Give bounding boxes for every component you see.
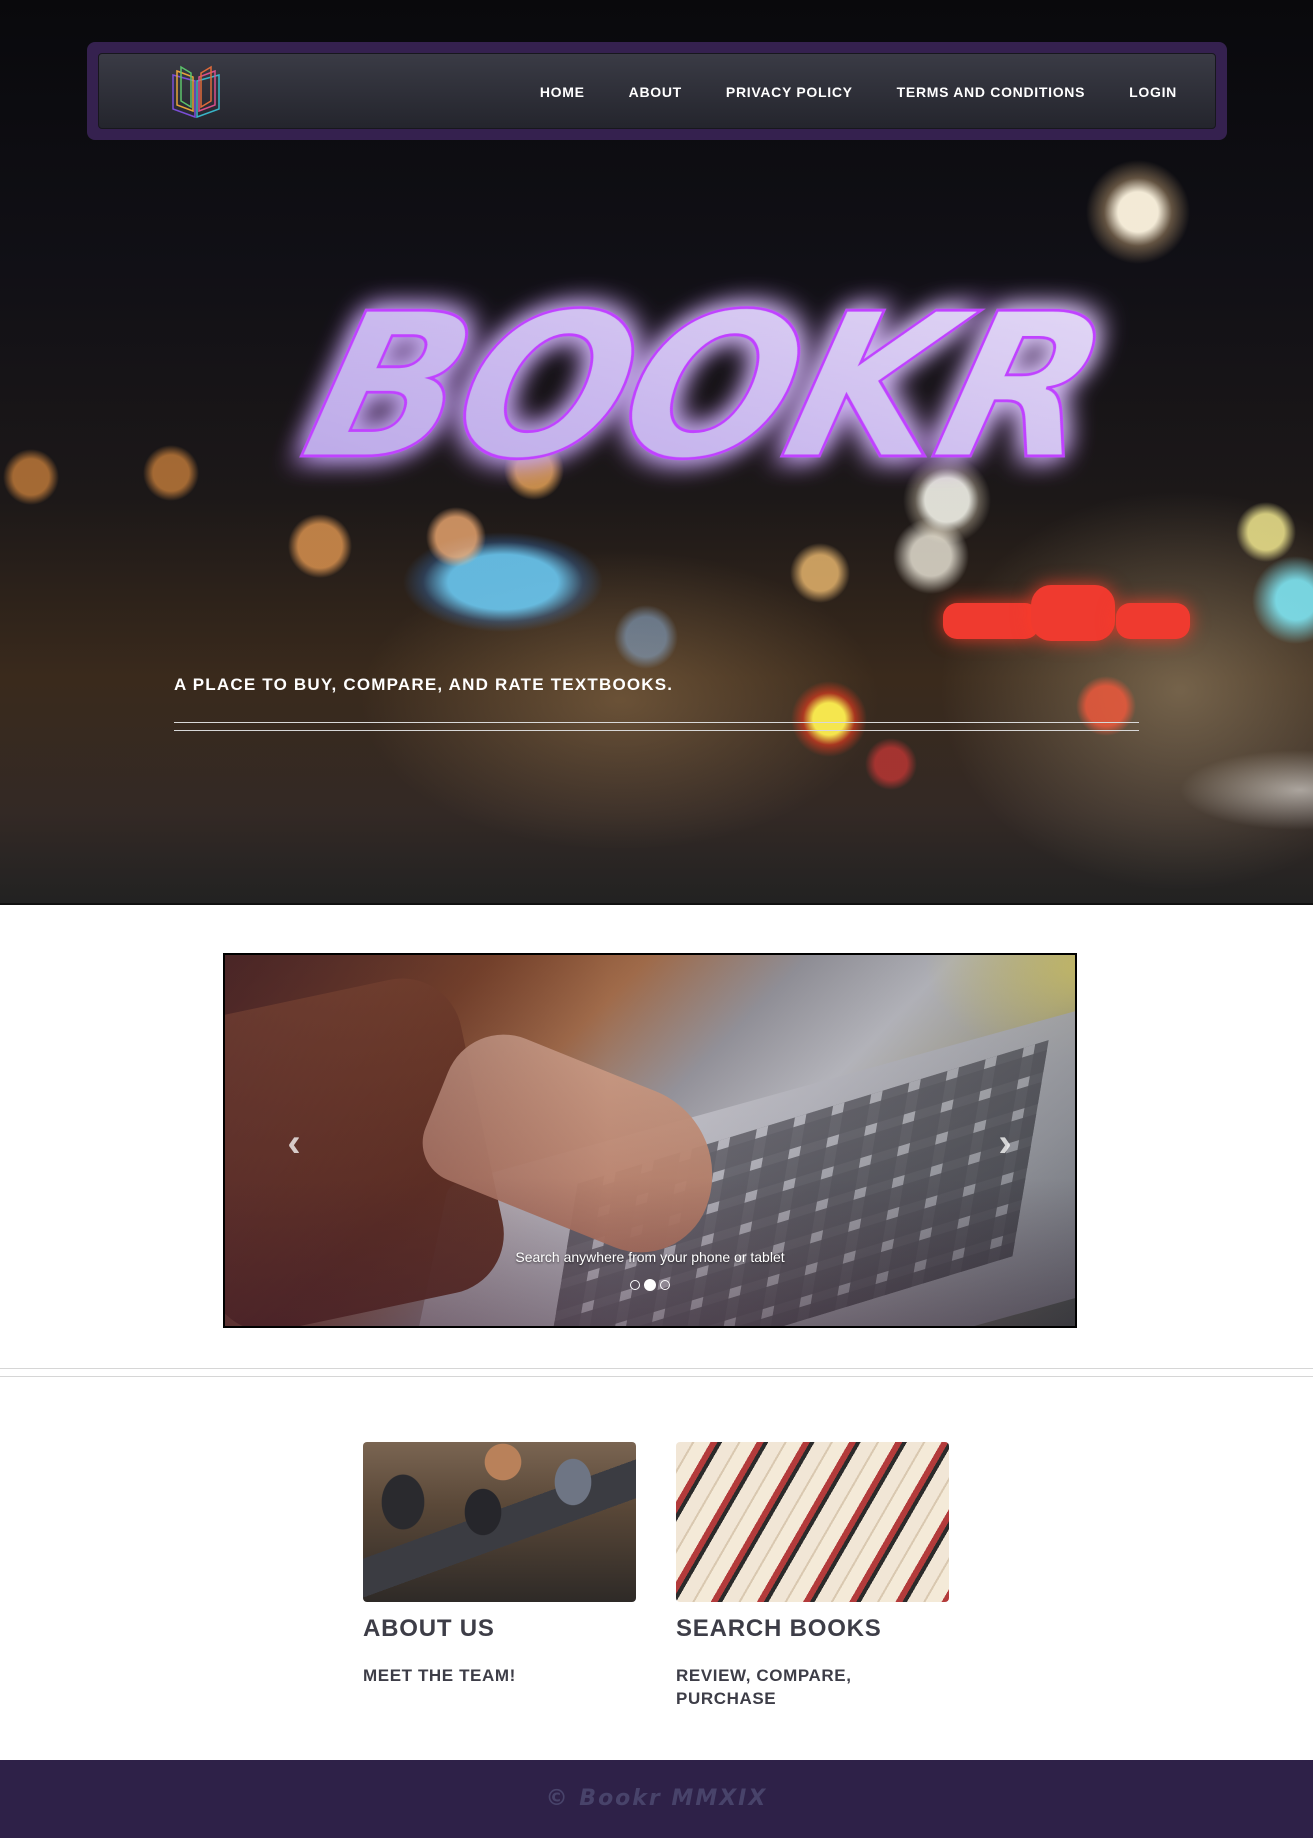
footer-copyright: © Bookr MMXIX <box>545 1786 768 1811</box>
nav-privacy-policy[interactable]: PRIVACY POLICY <box>704 84 875 100</box>
carousel-indicator-active[interactable] <box>644 1279 656 1291</box>
carousel-caption: Search anywhere from your phone or table… <box>515 1249 785 1265</box>
footer: © Bookr MMXIX <box>0 1760 1313 1838</box>
divider <box>174 730 1139 731</box>
nav-menu: HOME ABOUT PRIVACY POLICY TERMS AND COND… <box>518 54 1215 130</box>
bokeh-light <box>943 603 1039 639</box>
carousel-indicator[interactable] <box>630 1280 640 1290</box>
feature-heading[interactable]: ABOUT US <box>363 1615 636 1643</box>
hero-section: HOME ABOUT PRIVACY POLICY TERMS AND COND… <box>0 0 1313 905</box>
bokeh-light <box>1031 585 1115 641</box>
team-image[interactable] <box>363 1442 636 1602</box>
carousel-indicator[interactable] <box>660 1280 670 1290</box>
chevron-left-icon[interactable]: ‹ <box>279 1123 309 1163</box>
chevron-right-icon[interactable]: › <box>990 1123 1020 1163</box>
feature-heading[interactable]: SEARCH BOOKS <box>676 1615 949 1643</box>
feature-card-about: ABOUT US MEET THE TEAM! <box>363 1442 636 1687</box>
navbar: HOME ABOUT PRIVACY POLICY TERMS AND COND… <box>87 42 1227 140</box>
section-divider <box>0 1368 1313 1369</box>
slide-overlay <box>225 955 1075 1326</box>
nav-login[interactable]: LOGIN <box>1107 84 1215 100</box>
feature-subheading: MEET THE TEAM! <box>363 1666 516 1685</box>
feature-card-search: SEARCH BOOKS REVIEW, COMPARE, PURCHASE <box>676 1442 949 1710</box>
divider <box>174 722 1139 723</box>
nav-terms-and-conditions[interactable]: TERMS AND CONDITIONS <box>875 84 1107 100</box>
carousel-indicators <box>225 1279 1075 1291</box>
books-image[interactable] <box>676 1442 949 1602</box>
open-book-icon[interactable] <box>169 63 223 119</box>
nav-home[interactable]: HOME <box>518 84 607 100</box>
feature-subheading: REVIEW, COMPARE, PURCHASE <box>676 1666 852 1708</box>
nav-about[interactable]: ABOUT <box>607 84 704 100</box>
navbar-inner: HOME ABOUT PRIVACY POLICY TERMS AND COND… <box>98 53 1216 129</box>
hero-tagline: A PLACE TO BUY, COMPARE, AND RATE TEXTBO… <box>174 675 674 694</box>
section-divider <box>0 1376 1313 1377</box>
brand-title: BOOKR <box>272 236 1127 516</box>
image-carousel: ‹ › Search anywhere from your phone or t… <box>223 953 1077 1328</box>
brand-wordmark: BOOKR <box>285 270 1125 503</box>
bokeh-light <box>1116 603 1190 639</box>
